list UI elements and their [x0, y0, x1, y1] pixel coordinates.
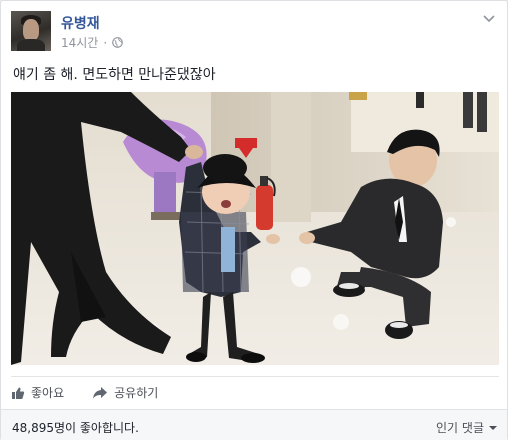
comment-sort-label: 인기 댓글	[436, 421, 484, 435]
chevron-down-icon[interactable]	[483, 15, 495, 23]
like-button[interactable]: 좋아요	[11, 383, 64, 403]
like-count[interactable]: 48,895명이 좋아합니다.	[12, 419, 139, 436]
author-name[interactable]: 유병재	[61, 13, 100, 33]
post-actions: 좋아요 공유하기	[11, 376, 499, 408]
share-button[interactable]: 공유하기	[92, 383, 158, 403]
comment-sort-dropdown[interactable]: 인기 댓글	[436, 419, 497, 436]
like-label: 좋아요	[31, 386, 65, 400]
share-arrow-icon	[93, 386, 108, 398]
post-photo[interactable]	[11, 92, 499, 365]
thumbs-up-icon	[12, 387, 25, 399]
post-header: 유병재 14시간 ·	[11, 11, 499, 53]
post-text: 얘기 좀 해. 면도하면 만나준댔잖아	[13, 67, 216, 83]
author-avatar[interactable]	[11, 11, 51, 51]
meta-separator: ·	[103, 35, 108, 50]
post-footer: 48,895명이 좋아합니다. 인기 댓글	[1, 409, 507, 440]
post-meta: 14시간 ·	[61, 34, 124, 51]
photo-illustration	[11, 92, 499, 365]
caret-down-icon	[489, 425, 497, 430]
avatar-body	[17, 39, 45, 51]
post-card: 유병재 14시간 · 얘기 좀 해. 면도하면 만나준댔잖아 좋아요 공유하기 …	[0, 0, 508, 440]
share-label: 공유하기	[114, 386, 159, 400]
globe-icon[interactable]	[112, 37, 124, 48]
post-time[interactable]: 14시간	[61, 34, 98, 51]
avatar-face	[23, 19, 39, 41]
